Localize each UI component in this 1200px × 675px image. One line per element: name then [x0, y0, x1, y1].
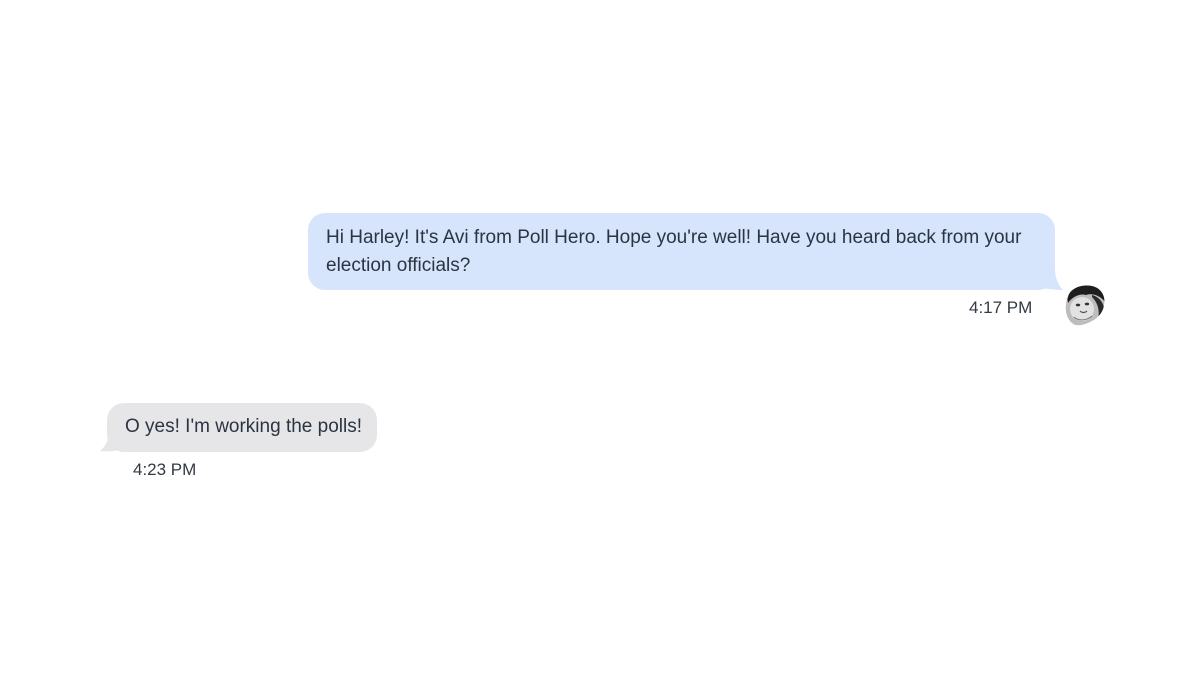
outgoing-message-timestamp: 4:17 PM [969, 298, 1033, 317]
incoming-message-text: O yes! I'm working the polls! [125, 416, 362, 437]
outgoing-message-text: Hi Harley! It's Avi from Poll Hero. Hope… [326, 227, 1022, 276]
incoming-bubble-tail [100, 432, 129, 452]
outgoing-message-bubble: Hi Harley! It's Avi from Poll Hero. Hope… [308, 213, 1055, 290]
sender-avatar[interactable] [1062, 283, 1106, 327]
incoming-message-bubble: O yes! I'm working the polls! [107, 403, 377, 452]
incoming-message-timestamp: 4:23 PM [133, 460, 197, 479]
outgoing-bubble-tail [1035, 270, 1063, 290]
